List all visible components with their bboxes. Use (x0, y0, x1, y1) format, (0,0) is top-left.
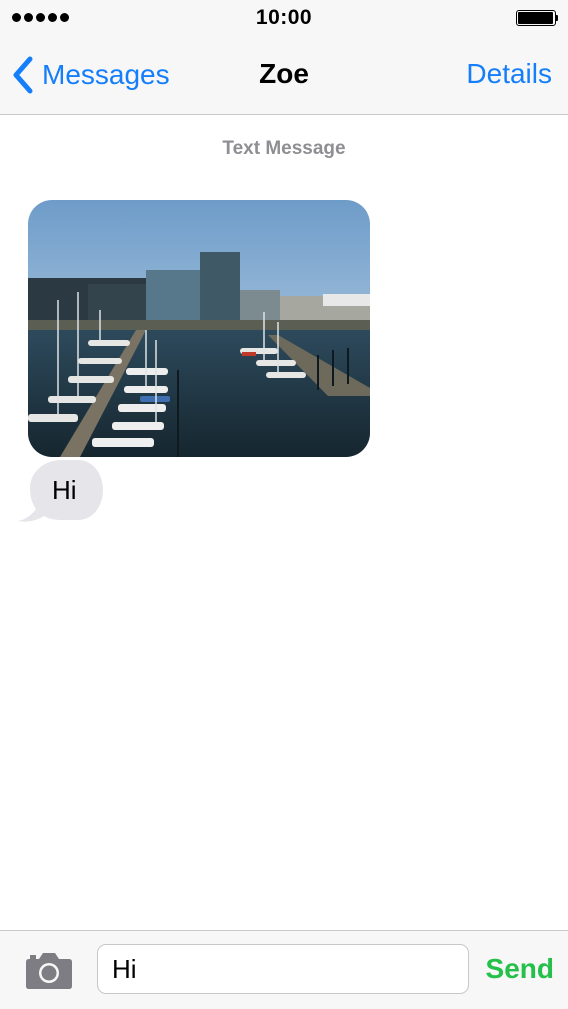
nav-bar: Messages Zoe Details (0, 38, 568, 115)
image-message[interactable] (28, 200, 370, 457)
camera-button[interactable] (24, 951, 74, 991)
send-button[interactable]: Send (486, 953, 554, 985)
message-type-label: Text Message (222, 138, 346, 159)
composer-bar: Send (0, 930, 568, 1009)
status-bar: 10:00 (0, 0, 568, 38)
battery-icon (516, 10, 558, 26)
camera-icon (26, 953, 72, 989)
details-button[interactable]: Details (466, 58, 552, 90)
message-input[interactable] (97, 944, 469, 994)
status-time: 10:00 (255, 6, 313, 29)
harbor-photo (28, 200, 370, 457)
message-text: Hi (52, 475, 77, 505)
text-message[interactable]: Hi (18, 458, 110, 524)
